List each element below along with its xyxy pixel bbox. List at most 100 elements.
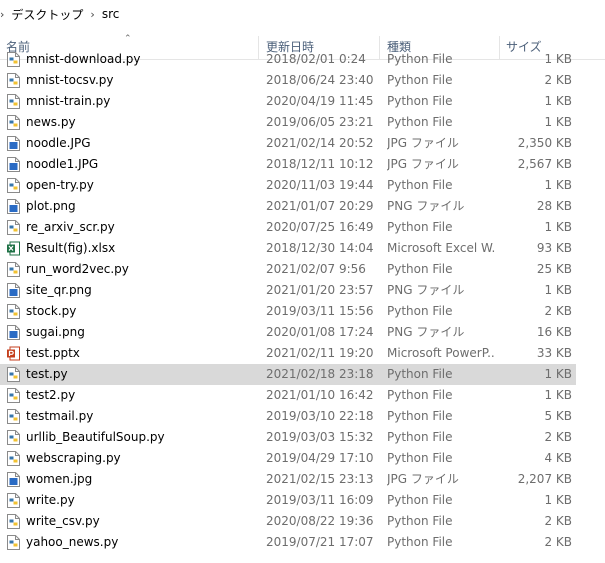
file-date: 2018/12/11 10:12 — [266, 157, 374, 171]
file-row[interactable]: test.pptx 2021/02/11 19:20 Microsoft Power… — [0, 343, 576, 364]
file-row[interactable]: stock.py 2019/03/11 15:56 Python File 2 KB — [0, 301, 576, 322]
file-row[interactable]: write.py 2019/03/11 16:09 Python File 1 KB — [0, 490, 576, 511]
file-date: 2021/02/15 23:13 — [266, 472, 374, 486]
file-size: 2 KB — [544, 73, 572, 87]
file-name: write_csv.py — [26, 514, 100, 528]
python-file-icon — [7, 367, 20, 382]
file-size: 1 KB — [544, 115, 572, 129]
file-row[interactable]: plot.png 2021/01/07 20:29 PNG ファイル 28 KB — [0, 196, 576, 217]
file-date: 2021/02/07 9:56 — [266, 262, 366, 276]
file-row[interactable]: webscraping.py 2019/04/29 17:10 Python Fil… — [0, 448, 576, 469]
file-type: PNG ファイル — [387, 199, 465, 213]
file-name: mnist-download.py — [26, 52, 141, 66]
file-row[interactable]: run_word2vec.py 2021/02/07 9:56 Python Fil… — [0, 259, 576, 280]
file-size: 28 KB — [536, 199, 572, 213]
file-type: Python File — [387, 94, 453, 108]
file-name: stock.py — [26, 304, 77, 318]
file-row[interactable]: urllib_BeautifulSoup.py 2019/03/03 15:32 P… — [0, 427, 576, 448]
file-size: 25 KB — [536, 262, 572, 276]
file-size: 93 KB — [536, 241, 572, 255]
python-file-icon — [7, 115, 20, 130]
file-date: 2019/07/21 17:07 — [266, 535, 374, 549]
python-file-icon — [7, 430, 20, 445]
file-date: 2021/02/11 19:20 — [266, 346, 374, 360]
python-file-icon — [7, 535, 20, 550]
file-row[interactable]: re_arxiv_scr.py 2020/07/25 16:49 Python Fi… — [0, 217, 576, 238]
file-type: Python File — [387, 367, 453, 381]
python-file-icon — [7, 388, 20, 403]
file-row[interactable]: write_csv.py 2020/08/22 19:36 Python File 2… — [0, 511, 576, 532]
file-type: Python File — [387, 262, 453, 276]
file-type: JPG ファイル — [387, 157, 459, 171]
file-row[interactable]: sugai.png 2020/01/08 17:24 PNG ファイル 16 KB — [0, 322, 576, 343]
file-row[interactable]: noodle.JPG 2021/02/14 20:52 JPG ファイル 2,350 … — [0, 133, 576, 154]
file-type: PNG ファイル — [387, 325, 465, 339]
sort-ascending-icon: ⌃ — [124, 34, 132, 44]
file-row[interactable]: open-try.py 2020/11/03 19:44 Python File 1 … — [0, 175, 576, 196]
file-row[interactable]: mnist-tocsv.py 2018/06/24 23:40 Python Fil… — [0, 70, 576, 91]
powerpoint-file-icon — [7, 346, 20, 361]
file-type: Python File — [387, 535, 453, 549]
file-size: 1 KB — [544, 94, 572, 108]
file-name: mnist-train.py — [26, 94, 111, 108]
file-date: 2018/06/24 23:40 — [266, 73, 374, 87]
python-file-icon — [7, 304, 20, 319]
file-date: 2018/02/01 0:24 — [266, 52, 366, 66]
excel-file-icon — [7, 241, 20, 256]
python-file-icon — [7, 262, 20, 277]
file-type: Python File — [387, 178, 453, 192]
file-date: 2020/07/25 16:49 — [266, 220, 374, 234]
file-date: 2020/11/03 19:44 — [266, 178, 374, 192]
file-list: mnist-download.py 2018/02/01 0:24 Python F… — [0, 49, 605, 563]
breadcrumb: › デスクトップ › src — [0, 0, 605, 28]
file-type: Python File — [387, 493, 453, 507]
file-type: Python File — [387, 388, 453, 402]
file-size: 2,567 KB — [517, 157, 572, 171]
python-file-icon — [7, 52, 20, 67]
file-date: 2019/03/11 15:56 — [266, 304, 374, 318]
file-date: 2019/04/29 17:10 — [266, 451, 374, 465]
file-row[interactable]: women.jpg 2021/02/15 23:13 JPG ファイル 2,207 K… — [0, 469, 576, 490]
file-row[interactable]: mnist-train.py 2020/04/19 11:45 Python Fil… — [0, 91, 576, 112]
file-type: JPG ファイル — [387, 136, 459, 150]
chevron-right-icon[interactable]: › — [90, 8, 94, 21]
file-type: JPG ファイル — [387, 472, 459, 486]
file-date: 2020/04/19 11:45 — [266, 94, 374, 108]
file-name: run_word2vec.py — [26, 262, 129, 276]
file-date: 2018/12/30 14:04 — [266, 241, 374, 255]
file-row[interactable]: Result(fig).xlsx 2018/12/30 14:04 Microsof… — [0, 238, 576, 259]
file-row[interactable]: yahoo_news.py 2019/07/21 17:07 Python File… — [0, 532, 576, 553]
file-name: noodle1.JPG — [26, 157, 99, 171]
file-type: PNG ファイル — [387, 283, 465, 297]
file-row[interactable]: testmail.py 2019/03/10 22:18 Python File 5 … — [0, 406, 576, 427]
file-name: re_arxiv_scr.py — [26, 220, 115, 234]
file-size: 2 KB — [544, 430, 572, 444]
file-size: 2 KB — [544, 535, 572, 549]
file-row[interactable]: test2.py 2021/01/10 16:42 Python File 1 KB — [0, 385, 576, 406]
file-type: Python File — [387, 304, 453, 318]
file-name: test.pptx — [26, 346, 80, 360]
python-file-icon — [7, 493, 20, 508]
file-row[interactable]: news.py 2019/06/05 23:21 Python File 1 KB — [0, 112, 576, 133]
file-size: 1 KB — [544, 493, 572, 507]
file-size: 1 KB — [544, 52, 572, 66]
file-type: Python File — [387, 220, 453, 234]
file-date: 2019/03/10 22:18 — [266, 409, 374, 423]
breadcrumb-item-src[interactable]: src — [102, 7, 120, 21]
file-date: 2021/01/07 20:29 — [266, 199, 374, 213]
file-name: test2.py — [26, 388, 76, 402]
breadcrumb-item-desktop[interactable]: デスクトップ — [11, 6, 83, 23]
file-name: women.jpg — [26, 472, 93, 486]
file-row[interactable]: mnist-download.py 2018/02/01 0:24 Python F… — [0, 49, 576, 70]
file-date: 2021/02/14 20:52 — [266, 136, 374, 150]
file-row[interactable]: noodle1.JPG 2018/12/11 10:12 JPG ファイル 2,567… — [0, 154, 576, 175]
file-type: Microsoft Excel W... — [387, 241, 495, 255]
file-row[interactable]: site_qr.png 2021/01/20 23:57 PNG ファイル 1 KB — [0, 280, 576, 301]
image-file-icon — [7, 283, 20, 298]
python-file-icon — [7, 409, 20, 424]
chevron-right-icon[interactable]: › — [0, 8, 4, 21]
file-name: Result(fig).xlsx — [26, 241, 116, 255]
file-row[interactable]: test.py 2021/02/18 23:18 Python File 1 KB — [0, 364, 576, 385]
python-file-icon — [7, 73, 20, 88]
file-name: webscraping.py — [26, 451, 121, 465]
